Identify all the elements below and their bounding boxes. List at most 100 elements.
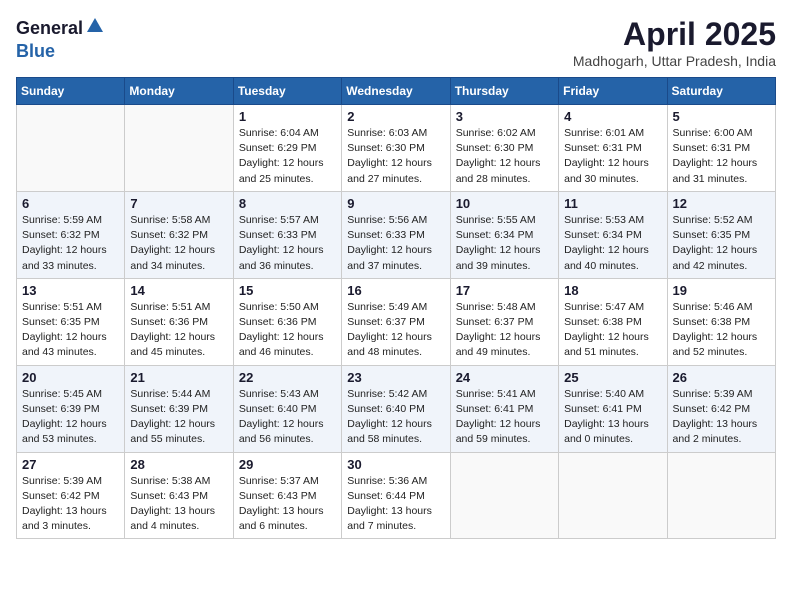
cell-info: Sunrise: 5:38 AMSunset: 6:43 PMDaylight:… — [130, 474, 227, 535]
calendar-cell: 13 Sunrise: 5:51 AMSunset: 6:35 PMDayligh… — [17, 278, 125, 365]
weekday-header-cell: Monday — [125, 78, 233, 105]
day-number: 18 — [564, 283, 661, 298]
calendar-cell — [450, 452, 558, 539]
day-number: 20 — [22, 370, 119, 385]
day-number: 9 — [347, 196, 444, 211]
weekday-header-cell: Sunday — [17, 78, 125, 105]
calendar-cell — [17, 105, 125, 192]
logo-blue: Blue — [16, 41, 55, 62]
cell-info: Sunrise: 5:49 AMSunset: 6:37 PMDaylight:… — [347, 300, 444, 361]
calendar-week-row: 27Sunrise: 5:39 AMSunset: 6:42 PMDayligh… — [17, 452, 776, 539]
calendar-cell: 25 Sunrise: 5:40 AMSunset: 6:41 PMDayligh… — [559, 365, 667, 452]
logo: General Blue — [16, 16, 105, 62]
calendar-cell — [667, 452, 775, 539]
page-header: General Blue April 2025 Madhogarh, Uttar… — [16, 16, 776, 69]
day-number: 15 — [239, 283, 336, 298]
day-number: 16 — [347, 283, 444, 298]
day-number: 6 — [22, 196, 119, 211]
cell-info: Sunrise: 5:43 AMSunset: 6:40 PMDaylight:… — [239, 387, 336, 448]
cell-info: Sunrise: 5:42 AMSunset: 6:40 PMDaylight:… — [347, 387, 444, 448]
calendar-cell: 19 Sunrise: 5:46 AMSunset: 6:38 PMDayligh… — [667, 278, 775, 365]
cell-info: Sunrise: 5:51 AMSunset: 6:36 PMDaylight:… — [130, 300, 227, 361]
day-number: 26 — [673, 370, 770, 385]
day-number: 25 — [564, 370, 661, 385]
calendar-cell: 2 Sunrise: 6:03 AMSunset: 6:30 PMDaylight… — [342, 105, 450, 192]
calendar-cell: 6 Sunrise: 5:59 AMSunset: 6:32 PMDaylight… — [17, 191, 125, 278]
weekday-header-cell: Friday — [559, 78, 667, 105]
day-number: 1 — [239, 109, 336, 124]
calendar-cell: 8Sunrise: 5:57 AMSunset: 6:33 PMDaylight… — [233, 191, 341, 278]
day-number: 4 — [564, 109, 661, 124]
calendar-week-row: 13 Sunrise: 5:51 AMSunset: 6:35 PMDayligh… — [17, 278, 776, 365]
day-number: 17 — [456, 283, 553, 298]
calendar-cell: 28 Sunrise: 5:38 AMSunset: 6:43 PMDayligh… — [125, 452, 233, 539]
cell-info: Sunrise: 5:59 AMSunset: 6:32 PMDaylight:… — [22, 213, 119, 274]
cell-info: Sunrise: 6:04 AMSunset: 6:29 PMDaylight:… — [239, 126, 336, 187]
day-number: 30 — [347, 457, 444, 472]
cell-info: Sunrise: 5:58 AMSunset: 6:32 PMDaylight:… — [130, 213, 227, 274]
logo-icon — [85, 16, 105, 36]
calendar-cell: 17 Sunrise: 5:48 AMSunset: 6:37 PMDayligh… — [450, 278, 558, 365]
cell-info: Sunrise: 5:52 AMSunset: 6:35 PMDaylight:… — [673, 213, 770, 274]
day-number: 23 — [347, 370, 444, 385]
calendar-cell: 24 Sunrise: 5:41 AMSunset: 6:41 PMDayligh… — [450, 365, 558, 452]
calendar-cell — [125, 105, 233, 192]
calendar-cell: 29 Sunrise: 5:37 AMSunset: 6:43 PMDayligh… — [233, 452, 341, 539]
day-number: 24 — [456, 370, 553, 385]
day-number: 3 — [456, 109, 553, 124]
calendar-cell: 1 Sunrise: 6:04 AMSunset: 6:29 PMDaylight… — [233, 105, 341, 192]
cell-info: Sunrise: 5:50 AMSunset: 6:36 PMDaylight:… — [239, 300, 336, 361]
cell-info: Sunrise: 5:44 AMSunset: 6:39 PMDaylight:… — [130, 387, 227, 448]
weekday-header-cell: Wednesday — [342, 78, 450, 105]
calendar-cell: 21 Sunrise: 5:44 AMSunset: 6:39 PMDayligh… — [125, 365, 233, 452]
calendar-cell: 5Sunrise: 6:00 AMSunset: 6:31 PMDaylight… — [667, 105, 775, 192]
calendar-cell: 9 Sunrise: 5:56 AMSunset: 6:33 PMDaylight… — [342, 191, 450, 278]
calendar-cell: 20 Sunrise: 5:45 AMSunset: 6:39 PMDayligh… — [17, 365, 125, 452]
day-number: 27 — [22, 457, 119, 472]
calendar-table: SundayMondayTuesdayWednesdayThursdayFrid… — [16, 77, 776, 539]
day-number: 29 — [239, 457, 336, 472]
day-number: 10 — [456, 196, 553, 211]
calendar-cell — [559, 452, 667, 539]
cell-info: Sunrise: 5:53 AMSunset: 6:34 PMDaylight:… — [564, 213, 661, 274]
calendar-cell: 11Sunrise: 5:53 AMSunset: 6:34 PMDayligh… — [559, 191, 667, 278]
cell-info: Sunrise: 6:02 AMSunset: 6:30 PMDaylight:… — [456, 126, 553, 187]
cell-info: Sunrise: 5:57 AMSunset: 6:33 PMDaylight:… — [239, 213, 336, 274]
logo-general: General — [16, 18, 83, 39]
day-number: 5 — [673, 109, 770, 124]
cell-info: Sunrise: 5:45 AMSunset: 6:39 PMDaylight:… — [22, 387, 119, 448]
calendar-cell: 10 Sunrise: 5:55 AMSunset: 6:34 PMDayligh… — [450, 191, 558, 278]
cell-info: Sunrise: 5:46 AMSunset: 6:38 PMDaylight:… — [673, 300, 770, 361]
day-number: 7 — [130, 196, 227, 211]
day-number: 21 — [130, 370, 227, 385]
calendar-week-row: 6 Sunrise: 5:59 AMSunset: 6:32 PMDaylight… — [17, 191, 776, 278]
calendar-cell: 26 Sunrise: 5:39 AMSunset: 6:42 PMDayligh… — [667, 365, 775, 452]
day-number: 2 — [347, 109, 444, 124]
cell-info: Sunrise: 5:39 AMSunset: 6:42 PMDaylight:… — [673, 387, 770, 448]
cell-info: Sunrise: 6:03 AMSunset: 6:30 PMDaylight:… — [347, 126, 444, 187]
calendar-cell: 18Sunrise: 5:47 AMSunset: 6:38 PMDayligh… — [559, 278, 667, 365]
calendar-cell: 27Sunrise: 5:39 AMSunset: 6:42 PMDayligh… — [17, 452, 125, 539]
calendar-cell: 12 Sunrise: 5:52 AMSunset: 6:35 PMDayligh… — [667, 191, 775, 278]
day-number: 12 — [673, 196, 770, 211]
weekday-header-row: SundayMondayTuesdayWednesdayThursdayFrid… — [17, 78, 776, 105]
cell-info: Sunrise: 5:40 AMSunset: 6:41 PMDaylight:… — [564, 387, 661, 448]
day-number: 13 — [22, 283, 119, 298]
day-number: 22 — [239, 370, 336, 385]
cell-info: Sunrise: 5:55 AMSunset: 6:34 PMDaylight:… — [456, 213, 553, 274]
calendar-week-row: 20 Sunrise: 5:45 AMSunset: 6:39 PMDayligh… — [17, 365, 776, 452]
title-block: April 2025 Madhogarh, Uttar Pradesh, Ind… — [573, 16, 776, 69]
month-title: April 2025 — [573, 16, 776, 53]
day-number: 28 — [130, 457, 227, 472]
cell-info: Sunrise: 6:01 AMSunset: 6:31 PMDaylight:… — [564, 126, 661, 187]
calendar-cell: 30Sunrise: 5:36 AMSunset: 6:44 PMDayligh… — [342, 452, 450, 539]
calendar-cell: 15 Sunrise: 5:50 AMSunset: 6:36 PMDayligh… — [233, 278, 341, 365]
cell-info: Sunrise: 5:48 AMSunset: 6:37 PMDaylight:… — [456, 300, 553, 361]
day-number: 19 — [673, 283, 770, 298]
cell-info: Sunrise: 5:51 AMSunset: 6:35 PMDaylight:… — [22, 300, 119, 361]
calendar-cell: 22 Sunrise: 5:43 AMSunset: 6:40 PMDayligh… — [233, 365, 341, 452]
cell-info: Sunrise: 5:41 AMSunset: 6:41 PMDaylight:… — [456, 387, 553, 448]
cell-info: Sunrise: 5:56 AMSunset: 6:33 PMDaylight:… — [347, 213, 444, 274]
cell-info: Sunrise: 5:37 AMSunset: 6:43 PMDaylight:… — [239, 474, 336, 535]
location: Madhogarh, Uttar Pradesh, India — [573, 53, 776, 69]
